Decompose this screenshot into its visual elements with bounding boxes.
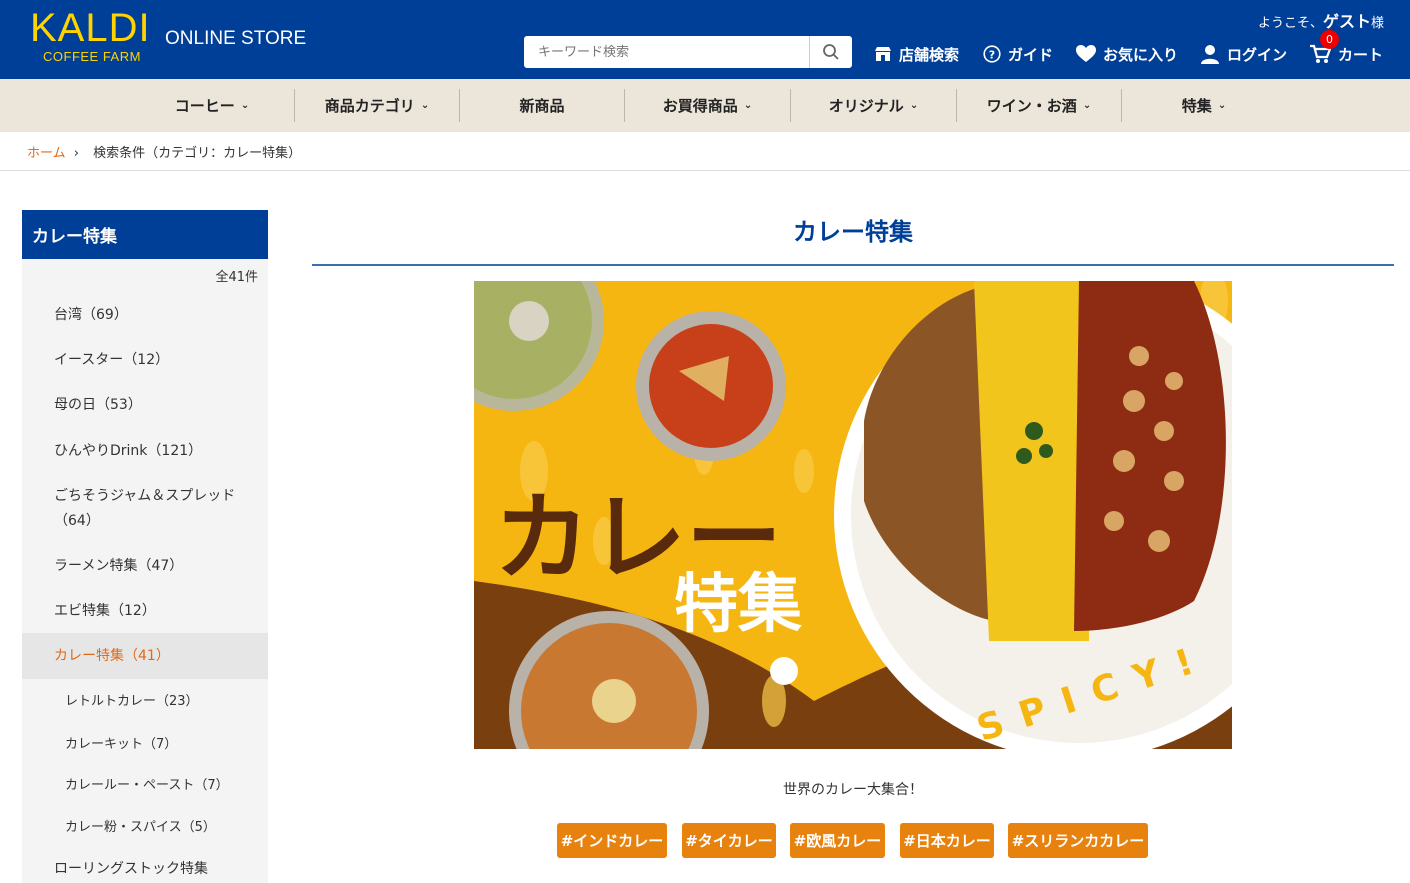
sidebar-title: カレー特集 — [22, 210, 268, 259]
store-icon — [875, 47, 891, 61]
kaldi-logo[interactable]: KALDI COFFEE FARM — [30, 8, 150, 66]
logo-sub-text: COFFEE FARM — [43, 49, 141, 64]
sidebar-subitem-curry-roux[interactable]: カレールー・ペースト（7） — [22, 774, 268, 793]
login-link[interactable]: ログイン — [1200, 42, 1287, 66]
question-icon: ? — [983, 45, 1001, 63]
category-features[interactable]: 特集 ⌄ — [1122, 79, 1286, 132]
sidebar-item-cold-drink[interactable]: ひんやりDrink（121） — [22, 440, 268, 460]
sidebar-item-ramen[interactable]: ラーメン特集（47） — [22, 555, 268, 575]
category-new-items[interactable]: 新商品 — [460, 79, 624, 132]
sidebar-subitem-retort-curry[interactable]: レトルトカレー（23） — [22, 690, 268, 709]
search-input[interactable] — [524, 36, 810, 68]
sidebar-subitem-curry-kit[interactable]: カレーキット（7） — [22, 733, 268, 752]
tag-srilankan-curry[interactable]: #スリランカカレー — [1008, 823, 1148, 858]
sidebar-item-taiwan[interactable]: 台湾（69） — [22, 304, 268, 324]
site-header: KALDI COFFEE FARM ONLINE STORE ようこそ、ゲスト様… — [0, 0, 1410, 79]
user-icon — [1201, 45, 1219, 64]
banner-tagline: 世界のカレー大集合！ — [783, 782, 923, 798]
cart-count-badge: 0 — [1320, 30, 1339, 49]
tag-european-curry[interactable]: #欧風カレー — [790, 823, 885, 858]
breadcrumb: ホーム › 検索条件（カテゴリ：カレー特集） — [27, 142, 301, 161]
category-wine[interactable]: ワイン・お酒 ⌄ — [957, 79, 1121, 132]
category-original[interactable]: オリジナル ⌄ — [791, 79, 956, 132]
sidebar-item-shrimp[interactable]: エビ特集（12） — [22, 600, 268, 620]
cart-link[interactable]: 0 カート — [1309, 30, 1383, 66]
chevron-down-icon: ⌄ — [743, 100, 753, 111]
sidebar-item-jam-spread[interactable]: ごちそうジャム＆スプレッド（64） — [22, 484, 268, 534]
chevron-down-icon: ⌄ — [1082, 100, 1092, 111]
tag-japanese-curry[interactable]: #日本カレー — [900, 823, 994, 858]
svg-text:?: ? — [989, 49, 995, 62]
divider — [0, 170, 1410, 171]
logo-main-text: KALDI — [30, 6, 151, 50]
breadcrumb-current: 検索条件（カテゴリ：カレー特集） — [93, 146, 302, 161]
category-bargain[interactable]: お買得商品 ⌄ — [625, 79, 790, 132]
favorites-link[interactable]: お気に入り — [1076, 42, 1178, 66]
sidebar: カレー特集 全41件 台湾（69） イースター（12） 母の日（53） ひんやり… — [22, 210, 268, 883]
breadcrumb-home-link[interactable]: ホーム — [27, 146, 66, 161]
chevron-down-icon: ⌄ — [1217, 100, 1227, 111]
banner-title-2: 特集 — [674, 568, 802, 642]
curry-feature-banner[interactable]: カレー 特集 SPICY! — [474, 281, 1232, 749]
page-title: カレー特集 — [793, 218, 913, 246]
chevron-down-icon: ⌄ — [240, 100, 250, 111]
heart-icon — [1076, 45, 1096, 62]
category-coffee[interactable]: コーヒー ⌄ — [130, 79, 294, 132]
search-box — [524, 36, 852, 68]
store-label: ONLINE STORE — [165, 28, 307, 49]
tag-indian-curry[interactable]: #インドカレー — [557, 823, 667, 858]
result-count: 全41件 — [215, 270, 258, 285]
chevron-right-icon: › — [73, 146, 79, 161]
guide-link[interactable]: ? ガイド — [983, 42, 1053, 66]
sidebar-item-rolling-stock[interactable]: ローリングストック特集 — [22, 858, 268, 878]
sidebar-item-curry[interactable]: カレー特集（41） — [22, 633, 268, 679]
chevron-down-icon: ⌄ — [909, 100, 919, 111]
title-underline — [312, 264, 1394, 266]
sidebar-item-mothers-day[interactable]: 母の日（53） — [22, 394, 268, 414]
category-nav: コーヒー ⌄ 商品カテゴリ ⌄ 新商品 お買得商品 ⌄ オリジナル ⌄ ワイン・お酒 ⌄ … — [0, 79, 1410, 132]
sidebar-subitem-curry-powder[interactable]: カレー粉・スパイス（5） — [22, 816, 268, 835]
tag-thai-curry[interactable]: #タイカレー — [682, 823, 776, 858]
chevron-down-icon: ⌄ — [420, 100, 430, 111]
banner-illustration: カレー 特集 SPICY! — [474, 281, 1232, 749]
category-products[interactable]: 商品カテゴリ ⌄ — [295, 79, 459, 132]
welcome-message: ようこそ、ゲスト様 — [1257, 12, 1384, 31]
search-icon — [823, 44, 839, 60]
search-button[interactable] — [810, 36, 852, 68]
store-search-link[interactable]: 店舗検索 — [874, 42, 959, 66]
sidebar-item-easter[interactable]: イースター（12） — [22, 349, 268, 369]
